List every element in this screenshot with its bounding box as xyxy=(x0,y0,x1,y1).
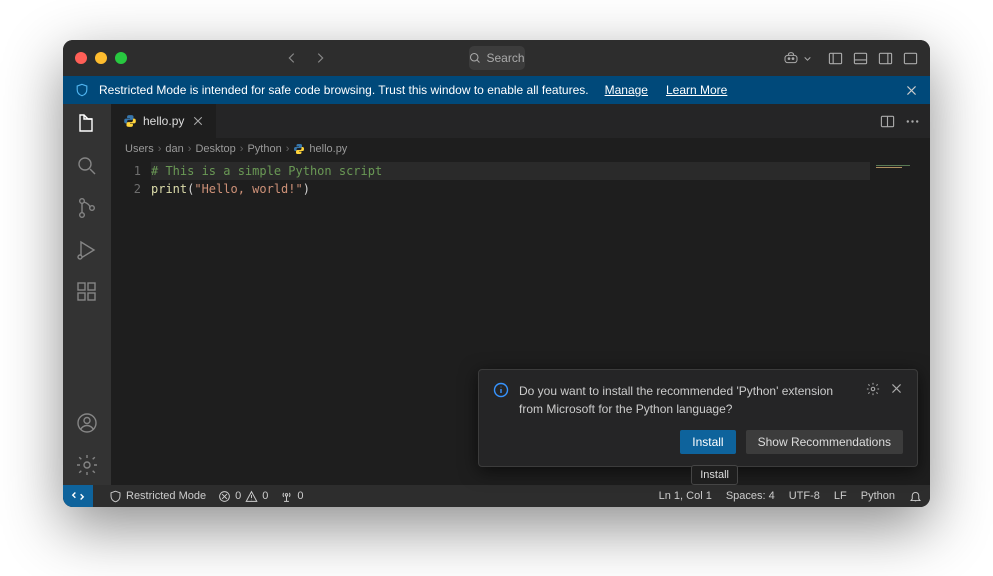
line-number: 1 xyxy=(111,162,141,180)
window-controls xyxy=(75,52,127,64)
restricted-mode-label: Restricted Mode xyxy=(126,490,206,502)
restricted-mode-banner: Restricted Mode is intended for safe cod… xyxy=(63,76,930,104)
ports-status[interactable]: 0 xyxy=(280,490,303,503)
copilot-icon xyxy=(783,50,799,66)
ports-count: 0 xyxy=(297,490,303,502)
tab-filename: hello.py xyxy=(143,114,184,128)
warning-count: 0 xyxy=(262,490,268,502)
code-line: print("Hello, world!") xyxy=(151,180,870,198)
source-control-icon[interactable] xyxy=(75,196,99,220)
close-window-button[interactable] xyxy=(75,52,87,64)
vscode-window: Search Restricted Mode is intended for s… xyxy=(63,40,930,507)
python-file-icon xyxy=(123,114,137,128)
accounts-icon[interactable] xyxy=(75,411,99,435)
breadcrumb-segment[interactable]: Python xyxy=(247,143,281,155)
breadcrumb-segment[interactable]: Desktop xyxy=(195,143,235,155)
toggle-panel-icon[interactable] xyxy=(853,51,868,66)
tab-close-icon[interactable] xyxy=(192,115,204,127)
search-activity-icon[interactable] xyxy=(75,154,99,178)
editor-actions xyxy=(880,104,930,138)
breadcrumbs[interactable]: Users› dan› Desktop› Python› hello.py xyxy=(111,138,930,160)
notifications-icon[interactable] xyxy=(909,490,922,503)
back-arrow-icon[interactable] xyxy=(285,51,299,65)
toast-settings-icon[interactable] xyxy=(866,382,880,396)
banner-learn-more-link[interactable]: Learn More xyxy=(666,83,727,97)
restricted-mode-status[interactable]: Restricted Mode xyxy=(109,490,206,503)
shield-icon xyxy=(109,490,122,503)
activity-bar xyxy=(63,104,111,485)
banner-close-icon[interactable] xyxy=(905,84,918,97)
toggle-primary-sidebar-icon[interactable] xyxy=(828,51,843,66)
customize-layout-icon[interactable] xyxy=(903,51,918,66)
indentation-status[interactable]: Spaces: 4 xyxy=(726,490,775,502)
title-bar: Search xyxy=(63,40,930,76)
breadcrumb-file[interactable]: hello.py xyxy=(309,143,347,155)
remote-indicator[interactable] xyxy=(63,485,93,507)
split-editor-icon[interactable] xyxy=(880,114,895,129)
command-center-search[interactable]: Search xyxy=(468,46,524,70)
more-actions-icon[interactable] xyxy=(905,114,920,129)
show-recommendations-button[interactable]: Show Recommendations xyxy=(746,430,903,454)
settings-gear-icon[interactable] xyxy=(75,453,99,477)
forward-arrow-icon[interactable] xyxy=(313,51,327,65)
titlebar-right xyxy=(783,50,918,66)
editor-tab-hello-py[interactable]: hello.py xyxy=(111,104,217,138)
status-bar: Restricted Mode 0 0 0 Ln 1, Col 1 Spaces… xyxy=(63,485,930,507)
extensions-icon[interactable] xyxy=(75,280,99,304)
info-icon xyxy=(493,382,509,398)
install-button[interactable]: Install xyxy=(680,430,735,454)
warning-icon xyxy=(245,490,258,503)
error-count: 0 xyxy=(235,490,241,502)
problems-status[interactable]: 0 0 xyxy=(218,490,268,503)
encoding-status[interactable]: UTF-8 xyxy=(789,490,820,502)
line-number: 2 xyxy=(111,180,141,198)
line-number-gutter: 1 2 xyxy=(111,160,151,485)
explorer-icon[interactable] xyxy=(75,112,99,136)
breadcrumb-segment[interactable]: dan xyxy=(165,143,183,155)
maximize-window-button[interactable] xyxy=(115,52,127,64)
cursor-position-status[interactable]: Ln 1, Col 1 xyxy=(659,490,712,502)
editor-tabs: hello.py xyxy=(111,104,930,138)
error-icon xyxy=(218,490,231,503)
run-debug-icon[interactable] xyxy=(75,238,99,262)
eol-status[interactable]: LF xyxy=(834,490,847,502)
radio-tower-icon xyxy=(280,490,293,503)
toast-message: Do you want to install the recommended '… xyxy=(519,382,856,418)
chevron-down-icon xyxy=(803,54,812,63)
breadcrumb-segment[interactable]: Users xyxy=(125,143,154,155)
python-file-icon xyxy=(293,143,305,155)
toast-close-icon[interactable] xyxy=(890,382,903,396)
code-line: # This is a simple Python script xyxy=(151,162,870,180)
install-tooltip: Install xyxy=(691,465,738,485)
notification-toast: Do you want to install the recommended '… xyxy=(478,369,918,467)
copilot-button[interactable] xyxy=(783,50,812,66)
banner-manage-link[interactable]: Manage xyxy=(605,83,648,97)
language-mode-status[interactable]: Python xyxy=(861,490,895,502)
banner-message: Restricted Mode is intended for safe cod… xyxy=(99,83,589,97)
toggle-secondary-sidebar-icon[interactable] xyxy=(878,51,893,66)
minimize-window-button[interactable] xyxy=(95,52,107,64)
search-placeholder: Search xyxy=(486,51,524,65)
search-icon xyxy=(468,52,480,64)
shield-icon xyxy=(75,83,89,97)
nav-arrows xyxy=(285,51,327,65)
